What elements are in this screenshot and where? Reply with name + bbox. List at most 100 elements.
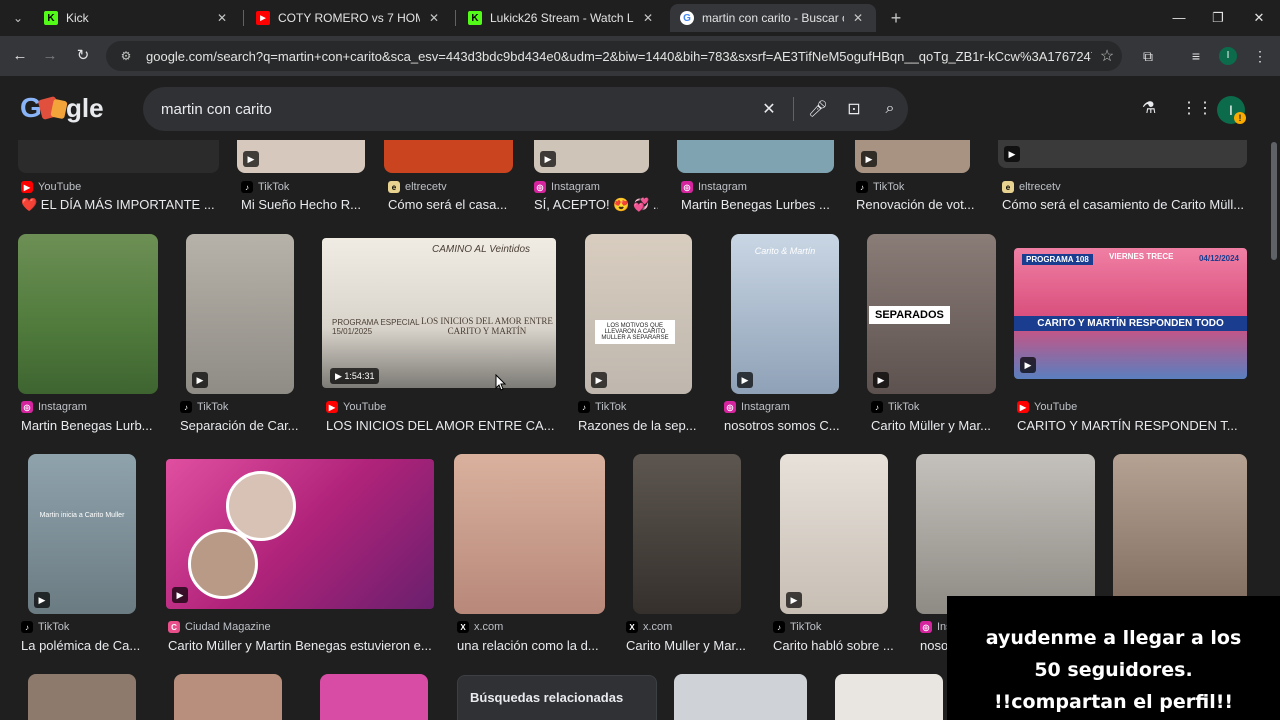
result-caption[interactable]: nosotros somos C... <box>724 418 848 433</box>
result-thumbnail[interactable] <box>674 674 807 720</box>
x-icon: X <box>626 621 638 633</box>
result-thumbnail[interactable] <box>174 674 282 720</box>
close-window-icon[interactable]: ✕ <box>1249 8 1269 28</box>
tab-title: COTY ROMERO vs 7 HOMBRES <box>278 11 420 25</box>
close-tab-icon[interactable]: ✕ <box>426 11 442 25</box>
related-searches-card[interactable]: Búsquedas relacionadas <box>457 675 657 720</box>
browser-menu-icon[interactable]: ⋮ <box>1250 46 1270 66</box>
result-caption[interactable]: ❤️ EL DÍA MÁS IMPORTANTE ... <box>21 197 219 213</box>
tab-title: Kick <box>66 11 89 25</box>
result-thumbnail[interactable] <box>28 674 136 720</box>
result-caption[interactable]: Renovación de vot... <box>856 197 980 212</box>
forward-icon[interactable]: → <box>40 46 60 66</box>
result-thumbnail[interactable]: Martin inicia a Carito Muller ▶ <box>28 454 136 614</box>
result-caption[interactable]: Martin Benegas Lurb... <box>21 418 161 433</box>
lens-search-icon[interactable]: ⊡ <box>836 99 872 119</box>
reload-icon[interactable]: ↻ <box>73 46 93 66</box>
result-thumbnail[interactable]: PROGRAMA 108 VIERNES TRECE 04/12/2024 CA… <box>1014 248 1247 379</box>
restore-icon[interactable]: ❐ <box>1208 8 1228 28</box>
result-thumbnail[interactable]: LOS MOTIVOS QUE LLEVARON A CARITO MULLER… <box>585 234 692 394</box>
result-caption[interactable]: La polémica de Ca... <box>21 638 145 653</box>
result-thumbnail[interactable]: ▶ <box>855 140 970 173</box>
labs-flask-icon[interactable]: ⚗ <box>1138 98 1160 120</box>
close-tab-icon[interactable]: ✕ <box>214 11 230 25</box>
close-tab-icon[interactable]: ✕ <box>640 11 656 25</box>
result-thumbnail[interactable]: Carito & Martín ▶ <box>731 234 839 394</box>
thumbnail-text: CAMINO AL Veintidos <box>432 244 531 255</box>
tab-kick-stream[interactable]: K Lukick26 Stream - Watch Live o ✕ <box>458 4 666 32</box>
tab-kick[interactable]: K Kick ✕ <box>34 4 240 32</box>
result-caption[interactable]: Martin Benegas Lurbes ... <box>681 197 833 212</box>
result-caption[interactable]: LOS INICIOS DEL AMOR ENTRE CA... <box>326 418 556 433</box>
result-source: ♪ TikTok <box>578 401 626 413</box>
result-source: e eltrecetv <box>1002 181 1061 193</box>
minimize-icon[interactable]: — <box>1169 8 1189 28</box>
play-icon: ▶ <box>861 151 877 167</box>
back-icon[interactable]: ← <box>10 46 30 66</box>
video-duration: ▶ 1:54:31 <box>330 368 380 384</box>
result-thumbnail[interactable] <box>677 140 834 173</box>
result-thumbnail[interactable] <box>916 454 1095 614</box>
result-caption[interactable]: Separación de Car... <box>180 418 304 433</box>
result-caption[interactable]: Cómo será el casa... <box>388 197 512 212</box>
result-caption[interactable]: SÍ, ACEPTO! 😍 💞 ... <box>534 197 658 213</box>
result-caption[interactable]: Carito Muller y Mar... <box>626 638 750 653</box>
tab-search-chevron-icon[interactable]: ⌄ <box>8 8 28 28</box>
result-thumbnail[interactable]: ▶ <box>166 459 434 609</box>
result-source: ♪ TikTok <box>871 401 919 413</box>
result-thumbnail[interactable]: ▶ <box>237 140 365 173</box>
thumbnail-text: PROGRAMA 108 <box>1022 254 1093 265</box>
result-thumbnail[interactable] <box>835 674 943 720</box>
voice-search-icon[interactable]: 🎤︎ <box>800 99 836 119</box>
new-tab-icon[interactable]: + <box>886 8 906 28</box>
result-thumbnail[interactable] <box>18 140 219 173</box>
result-caption[interactable]: Razones de la sep... <box>578 418 702 433</box>
result-source: ♪ TikTok <box>21 621 69 633</box>
result-thumbnail[interactable] <box>1113 454 1247 614</box>
profile-avatar-small[interactable]: I <box>1219 47 1237 65</box>
result-thumbnail[interactable]: SEPARADOS ▶ <box>867 234 996 394</box>
youtube-icon: ▶ <box>21 181 33 193</box>
result-thumbnail[interactable] <box>320 674 428 720</box>
site-info-icon[interactable]: ⚙ <box>114 49 138 63</box>
close-tab-icon[interactable]: ✕ <box>850 11 866 25</box>
address-bar[interactable]: ⚙ google.com/search?q=martin+con+carito&… <box>106 41 1122 71</box>
media-controls-icon[interactable]: ≡ <box>1186 46 1206 66</box>
x-icon: X <box>457 621 469 633</box>
search-icon[interactable]: ⌕ <box>872 100 908 118</box>
result-thumbnail[interactable] <box>384 140 513 173</box>
result-thumbnail[interactable]: ▶ <box>998 140 1247 168</box>
search-box[interactable]: martin con carito ✕ 🎤︎ ⊡ ⌕ <box>143 87 908 131</box>
apps-grid-icon[interactable]: ⋮⋮ <box>1181 98 1213 120</box>
search-input[interactable]: martin con carito <box>143 101 751 118</box>
result-caption[interactable]: CARITO Y MARTÍN RESPONDEN T... <box>1017 418 1247 433</box>
result-thumbnail[interactable]: ▶ <box>534 140 649 173</box>
result-source: ◎ Instagram <box>724 401 790 413</box>
mouse-cursor-icon <box>495 374 507 391</box>
tab-title: Lukick26 Stream - Watch Live o <box>490 11 634 25</box>
overlay-line: ayudenme a llegar a los <box>985 627 1242 649</box>
url-text[interactable]: google.com/search?q=martin+con+carito&sc… <box>146 49 1092 64</box>
result-thumbnail[interactable]: ▶ <box>780 454 888 614</box>
result-caption[interactable]: Cómo será el casamiento de Carito Müll..… <box>1002 197 1247 212</box>
tiktok-icon: ♪ <box>21 621 33 633</box>
result-caption[interactable]: una relación como la d... <box>457 638 605 653</box>
result-thumbnail[interactable]: CAMINO AL Veintidos PROGRAMA ESPECIAL 15… <box>322 238 556 388</box>
google-doodle-logo-icon[interactable]: G gle <box>20 90 104 126</box>
tab-google-search[interactable]: G martin con carito - Buscar con G ✕ <box>670 4 876 32</box>
clear-search-icon[interactable]: ✕ <box>751 99 787 119</box>
tab-youtube[interactable]: ▶ COTY ROMERO vs 7 HOMBRES ✕ <box>246 4 452 32</box>
result-caption[interactable]: Mi Sueño Hecho R... <box>241 197 367 212</box>
tiktok-icon: ♪ <box>871 401 883 413</box>
bookmark-star-icon[interactable]: ☆ <box>1092 46 1122 66</box>
result-thumbnail[interactable] <box>633 454 741 614</box>
result-caption[interactable]: Carito habló sobre ... <box>773 638 897 653</box>
result-thumbnail[interactable] <box>18 234 158 394</box>
result-caption[interactable]: Carito Müller y Martin Benegas estuviero… <box>168 638 434 653</box>
result-thumbnail[interactable]: ▶ <box>186 234 294 394</box>
result-thumbnail[interactable] <box>454 454 605 614</box>
kick-icon: K <box>468 11 482 25</box>
extensions-icon[interactable]: ⧉ <box>1138 46 1158 66</box>
result-caption[interactable]: Carito Müller y Mar... <box>871 418 995 433</box>
result-source: ▶ YouTube <box>326 401 386 413</box>
